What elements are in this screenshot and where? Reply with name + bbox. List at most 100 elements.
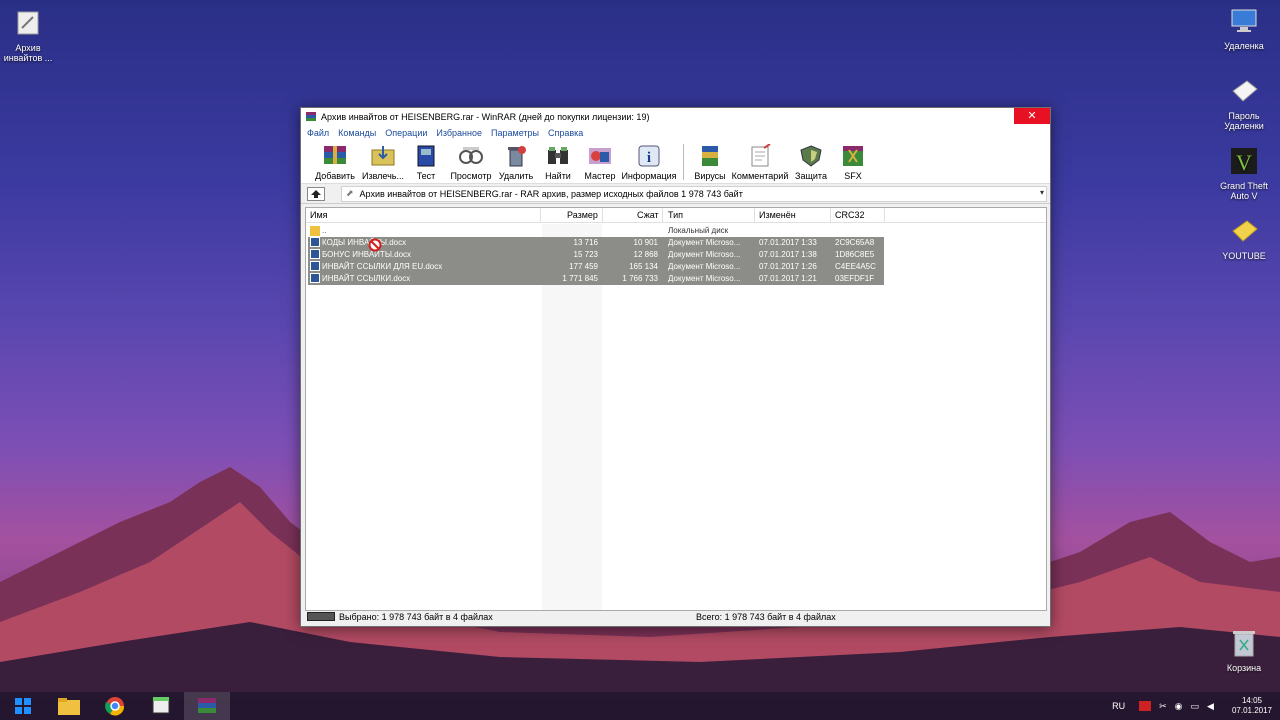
window-title: Архив инвайтов от HEISENBERG.rar - WinRA… xyxy=(321,112,650,122)
row-packed: 12 868 xyxy=(633,250,658,259)
toolbar-extract-button[interactable]: Извлечь... xyxy=(361,140,405,182)
column-header-size[interactable]: Размер xyxy=(567,210,598,220)
address-bar: ⬈ Архив инвайтов от HEISENBERG.rar - RAR… xyxy=(301,184,1050,204)
winrar-window: Архив инвайтов от HEISENBERG.rar - WinRA… xyxy=(300,107,1051,627)
binoculars-icon xyxy=(548,147,568,164)
column-header-name[interactable]: Имя xyxy=(310,210,328,220)
row-name: КОДЫ ИНВАЙТЫ.docx xyxy=(322,238,407,247)
row-modified: 07.01.2017 1:33 xyxy=(759,238,817,247)
column-divider[interactable] xyxy=(830,208,831,223)
recycle-bin-icon xyxy=(1227,626,1261,660)
folder-icon xyxy=(58,698,80,715)
desktop-icon-youtube[interactable]: YOUTUBE xyxy=(1212,214,1276,261)
toolbar-add-button[interactable]: Добавить xyxy=(309,140,361,182)
tray-chrome-icon[interactable]: ◉ xyxy=(1175,701,1183,712)
menu-item-options[interactable]: Параметры xyxy=(491,128,539,138)
toolbar-find-label: Найти xyxy=(545,171,571,181)
toolbar-test-button[interactable]: Тест xyxy=(405,140,447,182)
info-icon: i xyxy=(638,145,660,167)
taskbar-file-explorer[interactable] xyxy=(46,692,92,720)
status-total-text: Всего: 1 978 743 байт в 4 файлах xyxy=(696,612,836,622)
column-divider[interactable] xyxy=(540,208,541,223)
row-name: .. xyxy=(322,226,327,235)
menu-item-commands[interactable]: Команды xyxy=(338,128,376,138)
toolbar-protect-button[interactable]: Защита xyxy=(790,140,832,182)
table-row[interactable]: КОДЫ ИНВАЙТЫ.docx 13 716 10 901 Документ… xyxy=(308,237,884,249)
desktop-icon-password[interactable]: Пароль Удаленки xyxy=(1212,74,1276,131)
table-row-parent[interactable]: .. Локальный диск xyxy=(308,225,884,237)
table-row[interactable]: ИНВАЙТ ССЫЛКИ.docx 1 771 845 1 766 733 Д… xyxy=(308,273,884,285)
row-packed: 165 134 xyxy=(629,262,658,271)
language-indicator[interactable]: RU xyxy=(1112,701,1125,711)
tray-tool-icon[interactable]: ✂ xyxy=(1159,701,1167,712)
toolbar-find-button[interactable]: Найти xyxy=(537,140,579,182)
taskbar-chrome[interactable] xyxy=(92,692,138,720)
menu-item-file[interactable]: Файл xyxy=(307,128,329,138)
column-header-modified[interactable]: Изменён xyxy=(759,210,796,220)
desktop-icon-remote[interactable]: Удаленка xyxy=(1212,4,1276,51)
winrar-app-icon xyxy=(305,111,317,123)
desktop-icon-archive[interactable]: Архив инвайтов ... xyxy=(0,6,60,63)
menu-item-help[interactable]: Справка xyxy=(548,128,583,138)
toolbar-virus-label: Вирусы xyxy=(694,171,726,181)
chrome-icon xyxy=(105,697,125,716)
toolbar-protect-label: Защита xyxy=(795,171,827,181)
table-row[interactable]: БОНУС ИНВАЙТЫ.docx 15 723 12 868 Докумен… xyxy=(308,249,884,261)
column-divider[interactable] xyxy=(662,208,663,223)
toolbar-delete-button[interactable]: Удалить xyxy=(495,140,537,182)
clock[interactable]: 14:05 07.01.2017 xyxy=(1232,696,1272,716)
tray-app-icon[interactable] xyxy=(1139,701,1152,711)
chevron-down-icon[interactable]: ▾ xyxy=(1040,188,1044,197)
desktop-icon-label: Grand Theft Auto V xyxy=(1220,181,1268,201)
column-header-type[interactable]: Тип xyxy=(668,210,683,220)
taskbar-app-notepad[interactable] xyxy=(138,692,184,720)
column-divider[interactable] xyxy=(754,208,755,223)
toolbar-sfx-label: SFX xyxy=(844,171,862,181)
winrar-icon xyxy=(198,698,216,713)
desktop-icon-gta[interactable]: V Grand Theft Auto V xyxy=(1212,144,1276,201)
close-button[interactable]: ✕ xyxy=(1014,108,1050,124)
status-selected-text: Выбрано: 1 978 743 байт в 4 файлах xyxy=(339,612,493,622)
column-header-crc[interactable]: CRC32 xyxy=(835,210,865,220)
menu-item-favorites[interactable]: Избранное xyxy=(436,128,482,138)
start-button[interactable] xyxy=(0,692,46,720)
docx-file-icon xyxy=(310,237,320,247)
column-divider[interactable] xyxy=(602,208,603,223)
sfx-icon xyxy=(843,146,863,166)
row-modified: 07.01.2017 1:21 xyxy=(759,274,817,283)
toolbar-info-label: Информация xyxy=(621,171,677,181)
row-crc: 03EFDF1F xyxy=(835,274,875,283)
view-icon xyxy=(459,147,483,164)
toolbar-wizard-button[interactable]: Мастер xyxy=(579,140,621,182)
comment-icon xyxy=(751,144,771,167)
toolbar-delete-label: Удалить xyxy=(498,171,534,181)
toolbar-virus-button[interactable]: Вирусы xyxy=(690,140,730,182)
toolbar-view-button[interactable]: Просмотр xyxy=(447,140,495,182)
toolbar-wizard-label: Мастер xyxy=(584,171,616,181)
virus-scan-icon xyxy=(702,146,718,166)
delete-icon xyxy=(508,146,526,167)
desktop-icon-recycle-bin[interactable]: Корзина xyxy=(1212,626,1276,673)
column-divider[interactable] xyxy=(884,208,885,223)
toolbar-sfx-button[interactable]: SFX xyxy=(832,140,874,182)
desktop-icon-label: Архив инвайтов ... xyxy=(3,43,53,63)
row-size: 1 771 845 xyxy=(562,274,598,283)
toolbar-comment-button[interactable]: Комментарий xyxy=(730,140,790,182)
menu-item-operations[interactable]: Операции xyxy=(385,128,427,138)
toolbar-comment-label: Комментарий xyxy=(731,171,789,181)
taskbar-winrar[interactable] xyxy=(184,692,230,720)
row-crc: 2C9C65A8 xyxy=(835,238,875,247)
file-list[interactable]: Имя Размер Сжат Тип Изменён CRC32 .. Лок… xyxy=(305,207,1047,611)
tray-volume-icon[interactable]: ◀ xyxy=(1207,701,1214,712)
window-titlebar[interactable]: Архив инвайтов от HEISENBERG.rar - WinRA… xyxy=(301,108,1050,126)
tray-network-icon[interactable]: ▭ xyxy=(1191,701,1200,712)
column-header-packed[interactable]: Сжат xyxy=(637,210,659,220)
address-field[interactable]: ⬈ Архив инвайтов от HEISENBERG.rar - RAR… xyxy=(341,185,1047,202)
row-modified: 07.01.2017 1:26 xyxy=(759,262,817,271)
toolbar-info-button[interactable]: i Информация xyxy=(621,140,677,182)
close-icon: ✕ xyxy=(1027,110,1037,122)
up-folder-button[interactable] xyxy=(307,186,325,201)
toolbar: Добавить Извлечь... Тест Просмотр Удалит… xyxy=(301,140,1050,184)
table-row[interactable]: ИНВАЙТ ССЫЛКИ ДЛЯ EU.docx 177 459 165 13… xyxy=(308,261,884,273)
row-size: 15 723 xyxy=(573,250,598,259)
